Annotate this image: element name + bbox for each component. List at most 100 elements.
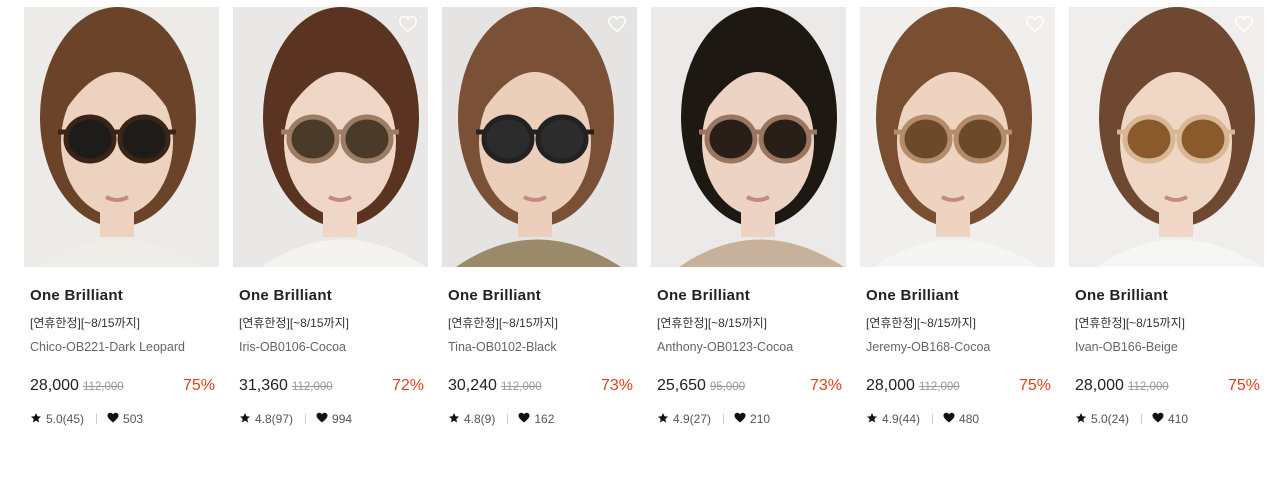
product-name[interactable]: Anthony-OB0123-Cocoa (657, 340, 846, 355)
product-thumbnail[interactable] (442, 7, 637, 267)
product-card[interactable]: One Brilliant [연휴한정][~8/15까지] Chico-OB221-… (24, 7, 219, 427)
likes-count: 503 (123, 412, 144, 426)
original-price: 112,000 (500, 381, 542, 393)
review-meta: 4.8(97) 994 (239, 411, 428, 427)
original-price: 112,000 (1127, 381, 1169, 393)
promo-label: [연휴한정][~8/15까지] (448, 316, 558, 330)
product-thumbnail[interactable] (1069, 7, 1264, 267)
star-icon (30, 412, 46, 427)
product-photo[interactable] (860, 7, 1055, 267)
star-icon (239, 412, 255, 427)
heart-icon (734, 412, 750, 426)
discount-rate: 72% (391, 377, 424, 394)
rating-text: 5.0(24) (1091, 412, 1130, 426)
original-price: 112,000 (82, 381, 124, 393)
divider (507, 414, 509, 424)
sale-price: 30,240 (448, 377, 497, 394)
price-row: 25,650 95,000 73% (657, 377, 846, 397)
wishlist-heart-icon[interactable] (398, 15, 420, 35)
star-icon (448, 412, 464, 427)
sale-price: 25,650 (657, 377, 706, 394)
discount-rate: 73% (600, 377, 633, 394)
likes-count: 410 (1168, 412, 1189, 426)
discount-rate: 75% (182, 377, 215, 394)
product-photo[interactable] (442, 7, 637, 267)
promo-label: [연휴한정][~8/15까지] (30, 316, 140, 330)
price-row: 28,000 112,000 75% (866, 377, 1055, 397)
promo-label: [연휴한정][~8/15까지] (239, 316, 349, 330)
price-row: 28,000 112,000 75% (30, 377, 219, 397)
heart-icon (943, 412, 959, 426)
likes-count: 210 (750, 412, 771, 426)
rating-text: 4.9(27) (673, 412, 712, 426)
review-meta: 4.9(44) 480 (866, 411, 1055, 427)
star-icon (866, 412, 882, 427)
heart-icon (1152, 412, 1168, 426)
price-row: 28,000 112,000 75% (1075, 377, 1264, 397)
divider (932, 414, 934, 424)
divider (96, 414, 98, 424)
rating-text: 4.8(97) (255, 412, 294, 426)
sale-price: 28,000 (1075, 377, 1124, 394)
rating-text: 4.8(9) (464, 412, 496, 426)
likes-count: 994 (332, 412, 353, 426)
heart-icon (518, 412, 534, 426)
heart-icon (316, 412, 332, 426)
review-meta: 4.9(27) 210 (657, 411, 846, 427)
star-icon (657, 412, 673, 427)
promo-label: [연휴한정][~8/15까지] (866, 316, 976, 330)
review-meta: 5.0(45) 503 (30, 411, 219, 427)
review-meta: 5.0(24) 410 (1075, 411, 1264, 427)
sale-price: 31,360 (239, 377, 288, 394)
brand-name[interactable]: One Brilliant (239, 287, 428, 305)
price-row: 30,240 112,000 73% (448, 377, 637, 397)
product-card[interactable]: One Brilliant [연휴한정][~8/15까지] Jeremy-OB168… (860, 7, 1055, 427)
product-thumbnail[interactable] (651, 7, 846, 267)
product-thumbnail[interactable] (24, 7, 219, 267)
divider (1141, 414, 1143, 424)
discount-rate: 75% (1227, 377, 1260, 394)
wishlist-heart-icon[interactable] (1025, 15, 1047, 35)
heart-icon (107, 412, 123, 426)
product-photo[interactable] (1069, 7, 1264, 267)
star-icon (1075, 412, 1091, 427)
product-name[interactable]: Ivan-OB166-Beige (1075, 340, 1264, 355)
product-photo[interactable] (24, 7, 219, 267)
product-thumbnail[interactable] (860, 7, 1055, 267)
product-name[interactable]: Chico-OB221-Dark Leopard (30, 340, 219, 355)
promo-label: [연휴한정][~8/15까지] (1075, 316, 1185, 330)
product-photo[interactable] (651, 7, 846, 267)
promo-label: [연휴한정][~8/15까지] (657, 316, 767, 330)
rating-text: 4.9(44) (882, 412, 921, 426)
brand-name[interactable]: One Brilliant (1075, 287, 1264, 305)
wishlist-heart-icon[interactable] (1234, 15, 1256, 35)
product-card[interactable]: One Brilliant [연휴한정][~8/15까지] Anthony-OB01… (651, 7, 846, 427)
discount-rate: 73% (809, 377, 842, 394)
product-card[interactable]: One Brilliant [연휴한정][~8/15까지] Ivan-OB166-B… (1069, 7, 1264, 427)
divider (305, 414, 307, 424)
product-photo[interactable] (233, 7, 428, 267)
product-thumbnail[interactable] (233, 7, 428, 267)
product-name[interactable]: Tina-OB0102-Black (448, 340, 637, 355)
original-price: 112,000 (918, 381, 960, 393)
rating-text: 5.0(45) (46, 412, 85, 426)
brand-name[interactable]: One Brilliant (30, 287, 219, 305)
product-card[interactable]: One Brilliant [연휴한정][~8/15까지] Tina-OB0102-… (442, 7, 637, 427)
product-card[interactable]: One Brilliant [연휴한정][~8/15까지] Iris-OB0106-… (233, 7, 428, 427)
product-name[interactable]: Jeremy-OB168-Cocoa (866, 340, 1055, 355)
review-meta: 4.8(9) 162 (448, 411, 637, 427)
price-row: 31,360 112,000 72% (239, 377, 428, 397)
wishlist-heart-icon[interactable] (607, 15, 629, 35)
brand-name[interactable]: One Brilliant (866, 287, 1055, 305)
original-price: 112,000 (291, 381, 333, 393)
discount-rate: 75% (1018, 377, 1051, 394)
sale-price: 28,000 (30, 377, 79, 394)
divider (723, 414, 725, 424)
original-price: 95,000 (709, 381, 746, 393)
brand-name[interactable]: One Brilliant (448, 287, 637, 305)
likes-count: 162 (534, 412, 555, 426)
product-grid: One Brilliant [연휴한정][~8/15까지] Chico-OB221-… (24, 7, 1273, 427)
product-name[interactable]: Iris-OB0106-Cocoa (239, 340, 428, 355)
likes-count: 480 (959, 412, 980, 426)
brand-name[interactable]: One Brilliant (657, 287, 846, 305)
